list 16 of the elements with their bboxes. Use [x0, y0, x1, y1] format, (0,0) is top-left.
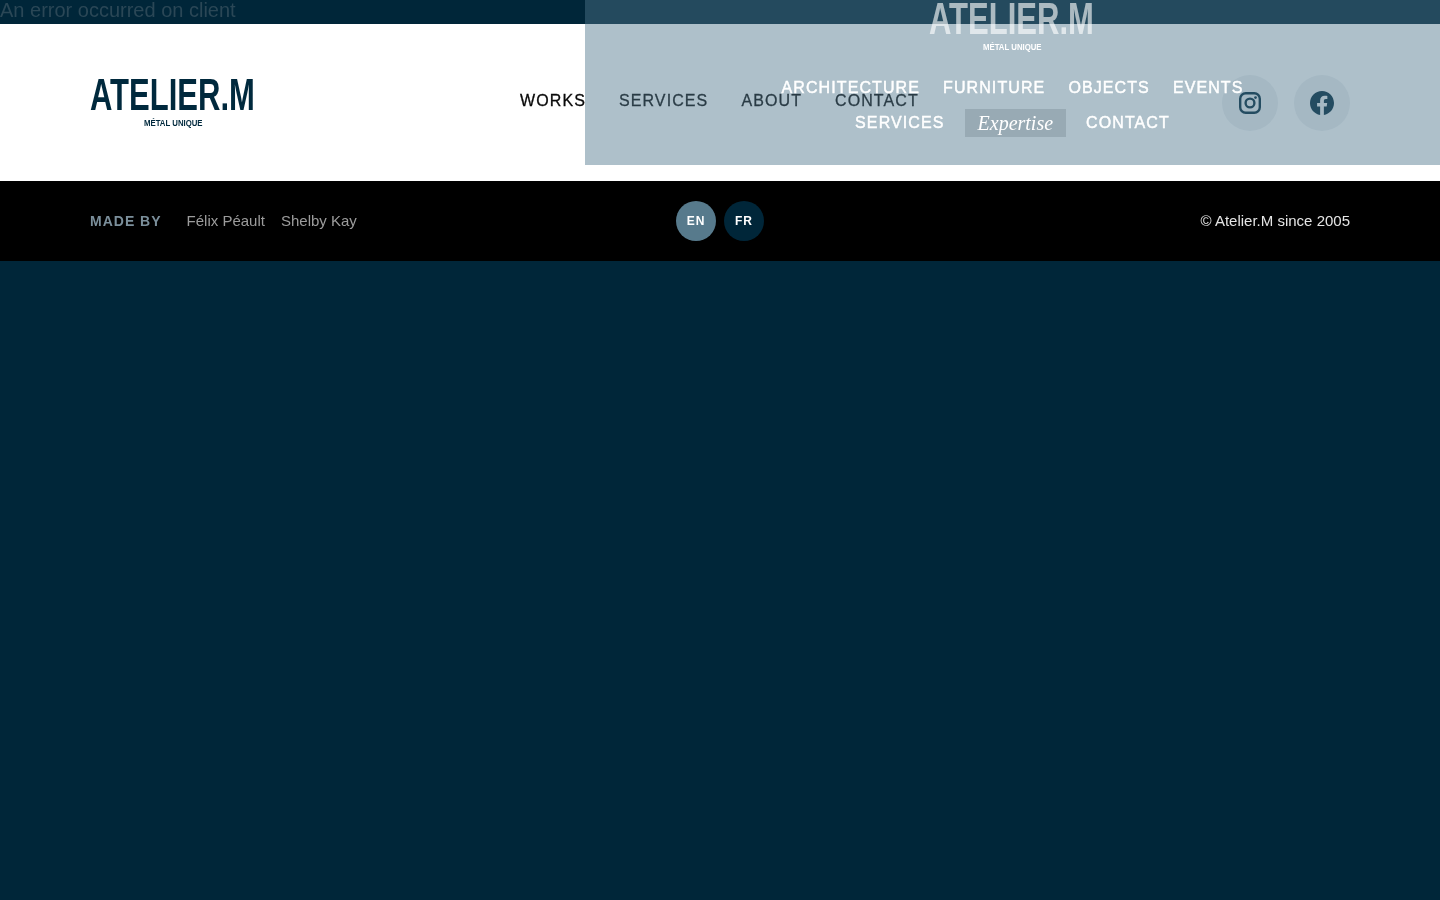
logo-tagline: MÉTAL UNIQUE	[982, 43, 1042, 51]
credit-link[interactable]: Shelby Kay	[280, 209, 357, 233]
facebook-icon	[1310, 90, 1334, 115]
logo-tagline: MÉTAL UNIQUE	[144, 118, 203, 126]
made-by-label: MADE BY	[90, 211, 162, 231]
credit-link[interactable]: Félix Péault	[186, 209, 265, 233]
nav-link[interactable]: ABOUT	[741, 95, 802, 108]
nav-link[interactable]: SERVICES	[618, 95, 709, 108]
instagram-icon	[1239, 91, 1261, 114]
nav-link[interactable]: CONTACT	[835, 95, 919, 108]
language-button[interactable]: FR	[724, 201, 764, 241]
copyright-text: © Atelier.M since 2005	[1200, 210, 1350, 231]
menu-link[interactable]: Expertise	[964, 109, 1067, 137]
logo-wordmark[interactable]: ATELIER.M	[90, 77, 255, 111]
nav-link[interactable]: WORKS	[520, 95, 586, 108]
language-button[interactable]: EN	[676, 201, 716, 241]
